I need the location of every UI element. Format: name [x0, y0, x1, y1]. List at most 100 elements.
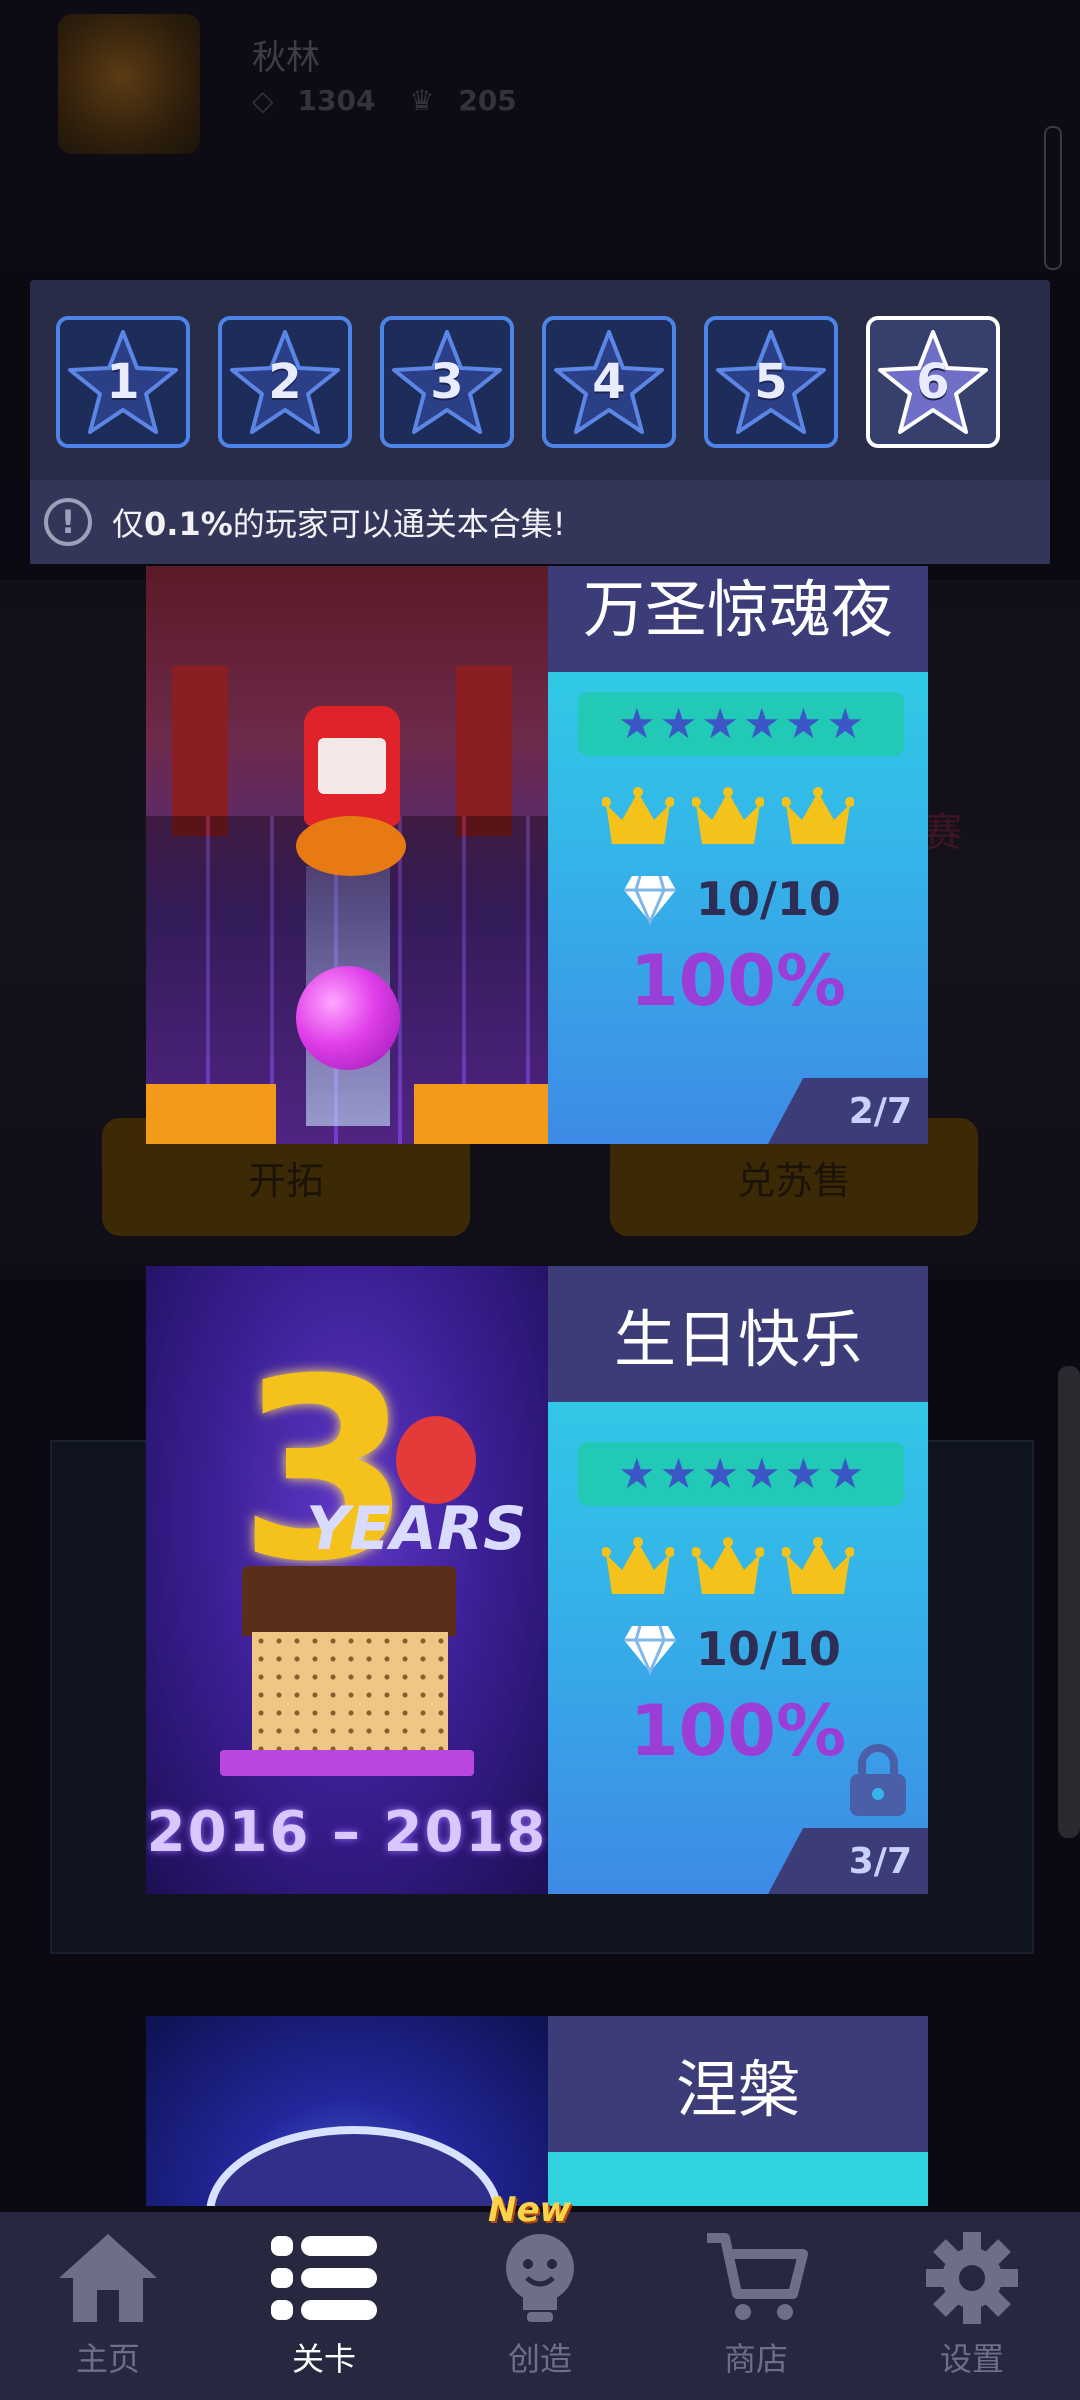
nav-item-levels[interactable]: 关卡: [216, 2212, 432, 2400]
gem-progress: 10/10: [622, 1622, 841, 1676]
background-side-text: 赛: [922, 810, 962, 856]
crown-icon: [691, 786, 765, 856]
nav-item-create[interactable]: 创造: [432, 2212, 648, 2400]
cart-icon: [707, 2233, 808, 2320]
level-tile-2[interactable]: 2: [218, 316, 352, 448]
card-title: 生日快乐: [548, 1266, 928, 1402]
bottom-nav: 主页 关卡 创造 商店 设置: [0, 2212, 1080, 2400]
star-icon: ★: [701, 1449, 739, 1498]
level-tile-4[interactable]: 4: [542, 316, 676, 448]
completion-percent: 100%: [629, 940, 847, 1022]
card-artwork-birthday: 3 YEARS 2016 – 2018: [146, 1266, 548, 1894]
lightbulb-icon: [506, 2234, 574, 2322]
diamond-icon: ◇: [252, 84, 274, 117]
orange-tile: [414, 1084, 548, 1144]
star-icon: ★: [784, 1449, 823, 1498]
date-range-text: 2016 – 2018: [146, 1800, 548, 1865]
nav-label: 主页: [75, 2340, 140, 2378]
level-number: 3: [430, 354, 464, 410]
star-icon: ★: [826, 699, 864, 748]
pillar-left: [172, 666, 228, 836]
star-icon: ★: [618, 699, 656, 748]
vampire-face: [318, 738, 386, 794]
nav-item-home[interactable]: 主页: [0, 2212, 216, 2400]
level-number: 6: [916, 354, 950, 410]
home-icon: [59, 2234, 157, 2322]
diamond-icon: [624, 1625, 676, 1676]
level-card-halloween[interactable]: 万圣惊魂夜 ★ ★ ★ ★ ★ ★ 10/10 100% 2/7: [146, 566, 928, 1144]
years-text: YEARS: [306, 1494, 527, 1564]
tip-suffix: 的玩家可以通关本合集!: [232, 505, 566, 543]
crown-icon: [691, 1536, 765, 1606]
level-card-birthday[interactable]: 3 YEARS 2016 – 2018 生日快乐 ★ ★ ★ ★ ★ ★ 10/10 10…: [146, 1266, 928, 1894]
star-icon: ★: [743, 699, 781, 748]
tip-text: 仅0.1%的玩家可以通关本合集!: [112, 499, 566, 545]
nav-label: 关卡: [291, 2340, 356, 2378]
player-stats: ◇ 1304 ♛ 205: [252, 84, 541, 117]
cake-top: [242, 1566, 456, 1636]
list-icon: [271, 2236, 377, 2320]
level-tile-3[interactable]: 3: [380, 316, 514, 448]
level-number: 1: [106, 354, 140, 410]
pillar-right: [456, 666, 512, 836]
star-rating: ★ ★ ★ ★ ★ ★: [578, 1442, 904, 1506]
crown-icon: [781, 1536, 855, 1606]
star-icon: ★: [784, 699, 823, 748]
star-icon: ★: [659, 1449, 698, 1498]
card-artwork-halloween: [146, 566, 548, 1144]
gem-count: 10/10: [696, 872, 841, 926]
crown-row: [601, 1536, 855, 1606]
level-number: 4: [592, 354, 626, 410]
crown-icon: [781, 786, 855, 856]
card-title: 涅槃: [548, 2016, 928, 2152]
lock-icon: [850, 1744, 906, 1816]
crown-icon: [601, 786, 675, 856]
star-icon: ★: [618, 1449, 656, 1498]
card-info-strip: [548, 2152, 928, 2206]
new-badge: New: [488, 2190, 571, 2230]
card-info: 生日快乐 ★ ★ ★ ★ ★ ★ 10/10 100% 3/7: [548, 1266, 928, 1894]
nav-item-settings[interactable]: 设置: [864, 2212, 1080, 2400]
tip-prefix: 仅: [112, 505, 145, 543]
nav-label: 创造: [507, 2340, 572, 2378]
disc-art: [206, 2126, 502, 2206]
player-name: 秋林: [252, 38, 320, 78]
star-rating: ★ ★ ★ ★ ★ ★: [578, 692, 904, 756]
level-tiles: 1 2 3 4 5 6: [56, 316, 1000, 448]
diamond-count: 1304: [297, 84, 376, 117]
orange-tile: [146, 1084, 276, 1144]
tip-percent: 0.1%: [144, 505, 233, 543]
star-icon: ★: [701, 699, 739, 748]
star-icon: ★: [659, 699, 698, 748]
nav-label: 商店: [723, 2340, 788, 2378]
gem-count: 10/10: [696, 1622, 841, 1676]
cake-plate: [220, 1750, 474, 1776]
level-tile-6[interactable]: 6: [866, 316, 1000, 448]
nav-label: 设置: [939, 2340, 1004, 2378]
info-icon: !: [44, 498, 92, 546]
tip-bar: ! 仅0.1%的玩家可以通关本合集!: [30, 480, 1050, 564]
scrollbar-right[interactable]: [1058, 1366, 1080, 1838]
ball-icon: [296, 966, 400, 1070]
crown-icon: ♛: [409, 84, 435, 117]
card-title: 万圣惊魂夜: [548, 566, 928, 672]
gear-icon: [926, 2232, 1018, 2324]
level-card-nirvana[interactable]: 涅槃: [146, 2016, 928, 2206]
card-artwork-nirvana: [146, 2016, 548, 2206]
pumpkin-icon: [296, 816, 406, 876]
page-indicator: 3/7: [768, 1828, 928, 1894]
crown-row: [601, 786, 855, 856]
level-tile-1[interactable]: 1: [56, 316, 190, 448]
page-indicator: 2/7: [768, 1078, 928, 1144]
scrollbar-top[interactable]: [1044, 126, 1062, 270]
nav-item-shop[interactable]: 商店: [648, 2212, 864, 2400]
diamond-icon: [624, 875, 676, 926]
gem-progress: 10/10: [622, 872, 841, 926]
level-number: 5: [754, 354, 788, 410]
avatar[interactable]: [58, 14, 200, 154]
crown-icon: [601, 1536, 675, 1606]
level-tile-5[interactable]: 5: [704, 316, 838, 448]
card-info: 万圣惊魂夜 ★ ★ ★ ★ ★ ★ 10/10 100% 2/7: [548, 566, 928, 1144]
level-number: 2: [268, 354, 302, 410]
star-icon: ★: [826, 1449, 864, 1498]
